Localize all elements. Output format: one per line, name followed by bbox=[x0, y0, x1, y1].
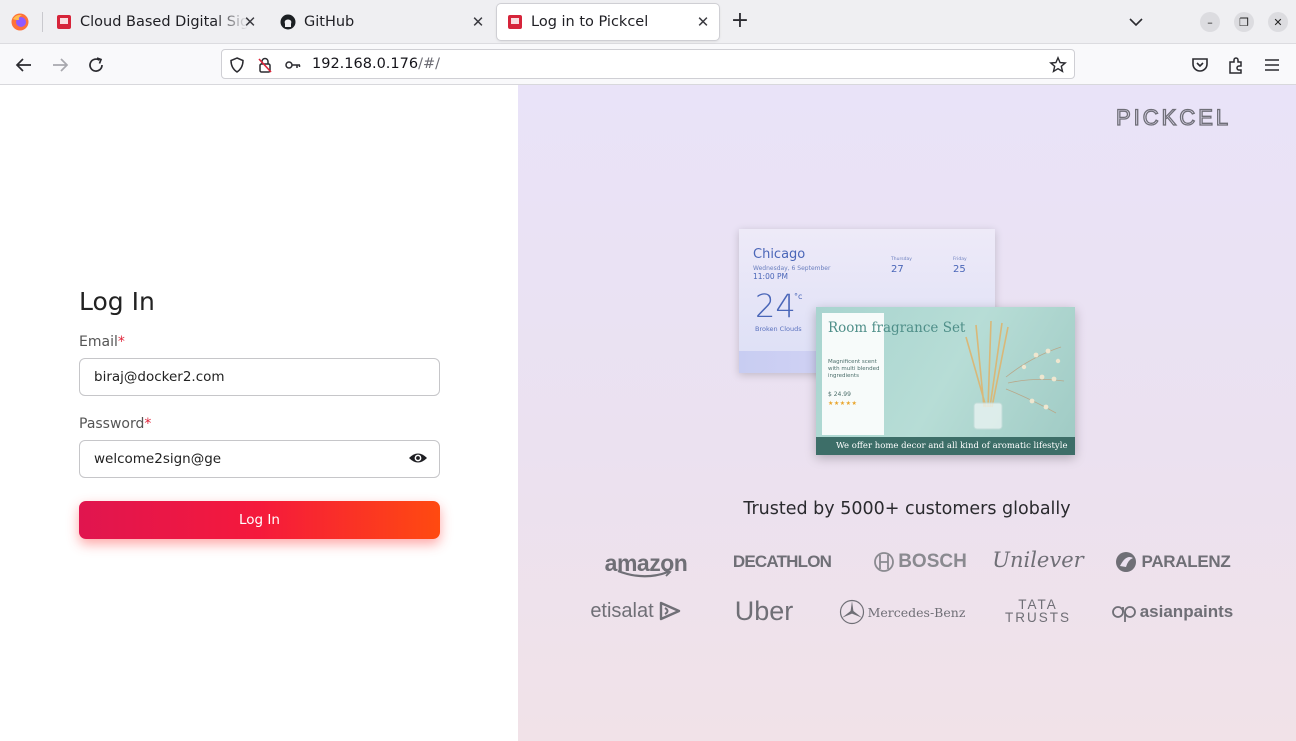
tab-strip: Cloud Based Digital Signage ✕ GitHub ✕ L… bbox=[0, 0, 1296, 44]
tab-separator bbox=[42, 12, 43, 32]
product-description: Magnificent scent with multi blended ing… bbox=[828, 359, 880, 379]
close-tab-icon[interactable]: ✕ bbox=[242, 14, 258, 30]
bosch-armature-icon bbox=[874, 552, 895, 572]
amazon-smile-icon bbox=[617, 569, 672, 578]
unilever-logo-text: Unilever bbox=[992, 548, 1084, 572]
url-text[interactable]: 192.168.0.176/#/ bbox=[312, 56, 440, 72]
required-mark: * bbox=[144, 416, 152, 432]
pickcel-favicon-icon bbox=[57, 15, 71, 29]
back-icon[interactable] bbox=[12, 53, 36, 77]
trusted-tagline: Trusted by 5000+ customers globally bbox=[743, 499, 1071, 519]
url-path: /#/ bbox=[418, 56, 441, 72]
new-tab-icon[interactable]: + bbox=[729, 10, 751, 33]
promo-panel: PICKCEL Chicago Wednesday, 6 September 1… bbox=[518, 85, 1296, 741]
forward-icon[interactable] bbox=[48, 53, 72, 77]
tab-cloud-signage[interactable]: Cloud Based Digital Signage ✕ bbox=[44, 4, 266, 40]
email-field[interactable] bbox=[79, 358, 440, 396]
mercedes-benz-logo: Mercedes-Benz bbox=[834, 597, 970, 627]
close-tab-icon[interactable]: ✕ bbox=[470, 14, 486, 30]
login-button[interactable]: Log In bbox=[79, 501, 440, 539]
list-all-tabs-icon[interactable] bbox=[1126, 12, 1146, 32]
paralenz-logo-text: PARALENZ bbox=[1141, 552, 1231, 571]
menu-icon[interactable] bbox=[1260, 53, 1284, 77]
minimize-icon[interactable]: – bbox=[1200, 12, 1220, 32]
etisalat-logo-text: etisalat bbox=[590, 599, 654, 622]
brand-text: PICKCEL bbox=[1116, 105, 1231, 129]
bosch-logo-text: BOSCH bbox=[898, 551, 967, 572]
address-bar[interactable]: 192.168.0.176/#/ bbox=[221, 49, 1075, 79]
etisalat-logo: etisalat bbox=[568, 595, 704, 627]
asianpaints-mark-icon bbox=[1111, 606, 1136, 622]
extensions-icon[interactable] bbox=[1224, 53, 1248, 77]
email-label-text: Email bbox=[79, 334, 118, 350]
firefox-icon[interactable] bbox=[10, 12, 30, 32]
bookmark-star-icon[interactable] bbox=[1049, 56, 1067, 74]
asianpaints-logo: asianpaints bbox=[1104, 597, 1240, 627]
decathlon-logo-text: DECATHLON bbox=[732, 552, 832, 571]
tata-trusts-logo-text: TATA TRUSTS bbox=[1005, 597, 1071, 625]
tata-trusts-logo: TATA TRUSTS bbox=[970, 596, 1106, 626]
weather-condition: Broken Clouds bbox=[755, 325, 802, 333]
tab-title: Cloud Based Digital Signage bbox=[80, 14, 248, 30]
tab-pickcel-login[interactable]: Log in to Pickcel ✕ bbox=[497, 4, 719, 40]
forecast-temp-2: 25 bbox=[953, 264, 966, 275]
product-screen-preview: Room fragrance Set Magnificent scent wit… bbox=[816, 307, 1075, 455]
weather-date: Wednesday, 6 September bbox=[753, 265, 831, 272]
etisalat-mark-icon bbox=[659, 601, 680, 621]
restore-icon[interactable]: ❐ bbox=[1234, 12, 1254, 32]
tracking-shield-icon[interactable] bbox=[228, 56, 246, 74]
reload-icon[interactable] bbox=[84, 53, 108, 77]
close-window-icon[interactable]: ✕ bbox=[1268, 12, 1288, 32]
paralenz-mark-icon bbox=[1115, 552, 1136, 572]
asianpaints-logo-text: asianpaints bbox=[1139, 602, 1234, 621]
pickcel-logo: PICKCEL bbox=[1116, 105, 1231, 129]
required-mark: * bbox=[117, 334, 125, 350]
product-footer: We offer home decor and all kind of arom… bbox=[816, 437, 1075, 455]
password-label: Password* bbox=[79, 416, 151, 432]
password-field[interactable] bbox=[79, 440, 440, 478]
uber-logo-text: Uber bbox=[734, 595, 794, 626]
bosch-logo: BOSCH bbox=[852, 547, 988, 577]
show-password-eye-icon[interactable] bbox=[408, 448, 428, 468]
weather-unit: °c bbox=[794, 292, 803, 301]
mercedes-star-icon bbox=[839, 599, 864, 625]
weather-time: 11:00 PM bbox=[753, 272, 788, 281]
product-price: $ 24.99 bbox=[828, 391, 851, 398]
page-title: Log In bbox=[79, 287, 155, 316]
email-label: Email* bbox=[79, 334, 125, 350]
product-title: Room fragrance Set bbox=[828, 320, 966, 336]
forecast-day-2: Friday bbox=[953, 257, 967, 262]
login-panel: Log In Email* Password* Log In bbox=[0, 85, 518, 741]
close-tab-icon[interactable]: ✕ bbox=[695, 14, 711, 30]
product-rating: ★★★★★ bbox=[828, 400, 858, 407]
decathlon-logo: DECATHLON bbox=[714, 547, 850, 577]
unilever-logo: Unilever bbox=[970, 545, 1106, 575]
weather-temperature: 24 bbox=[755, 287, 796, 325]
tab-title: Log in to Pickcel bbox=[531, 14, 649, 30]
forecast-temp-1: 27 bbox=[891, 264, 904, 275]
weather-city: Chicago bbox=[753, 247, 806, 262]
pocket-icon[interactable] bbox=[1188, 53, 1212, 77]
paralenz-logo: PARALENZ bbox=[1104, 547, 1240, 577]
url-host: 192.168.0.176 bbox=[312, 56, 419, 72]
github-icon bbox=[280, 14, 296, 30]
forecast-day-1: Thursday bbox=[891, 257, 912, 262]
password-label-text: Password bbox=[79, 416, 145, 432]
navigation-toolbar: 192.168.0.176/#/ bbox=[0, 44, 1296, 85]
tab-title: GitHub bbox=[304, 14, 355, 30]
insecure-lock-icon[interactable] bbox=[256, 56, 274, 74]
key-icon[interactable] bbox=[284, 56, 302, 74]
uber-logo: Uber bbox=[696, 594, 832, 628]
pickcel-favicon-icon bbox=[508, 15, 522, 29]
tab-github[interactable]: GitHub ✕ bbox=[268, 4, 494, 40]
mercedes-logo-text: Mercedes-Benz bbox=[867, 604, 966, 620]
